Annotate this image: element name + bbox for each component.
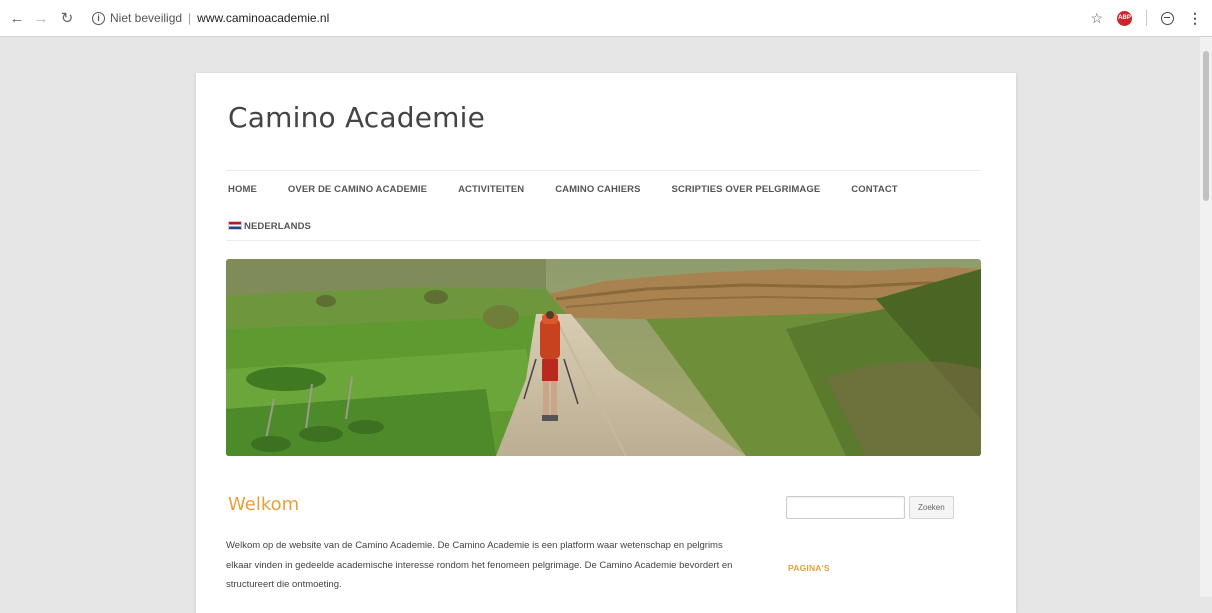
- address-separator: |: [188, 11, 192, 25]
- forward-arrow-icon[interactable]: →: [32, 8, 50, 28]
- site-title[interactable]: Camino Academie: [228, 101, 485, 134]
- nav-item-cahiers[interactable]: CAMINO CAHIERS: [555, 184, 640, 195]
- security-label: Niet beveiligd: [110, 11, 183, 25]
- entry-title[interactable]: Welkom: [228, 494, 299, 515]
- browser-actions: ☆ ABP ⋮: [1090, 8, 1202, 28]
- search-form: Zoeken: [786, 496, 954, 519]
- search-input[interactable]: [786, 496, 905, 519]
- bookmark-star-icon[interactable]: ☆: [1090, 10, 1103, 27]
- profile-icon[interactable]: [1161, 11, 1174, 25]
- info-icon[interactable]: i: [92, 11, 105, 25]
- address-bar[interactable]: i Niet beveiligd | www.caminoacademie.nl: [86, 6, 1106, 30]
- menu-divider-top: [226, 170, 981, 171]
- dutch-flag-icon: [228, 221, 242, 231]
- nav-item-contact[interactable]: CONTACT: [851, 184, 897, 195]
- url-text[interactable]: www.caminoacademie.nl: [197, 11, 329, 25]
- toolbar-divider: [1146, 10, 1147, 26]
- nav-item-activiteiten[interactable]: ACTIVITEITEN: [458, 184, 524, 195]
- reload-icon[interactable]: ↻: [58, 8, 76, 28]
- adblock-plus-icon[interactable]: ABP: [1117, 10, 1132, 26]
- back-arrow-icon[interactable]: ←: [8, 8, 26, 28]
- language-label: NEDERLANDS: [244, 220, 311, 232]
- search-button[interactable]: Zoeken: [909, 496, 954, 519]
- header-image: [226, 259, 981, 456]
- nav-item-language[interactable]: NEDERLANDS: [228, 221, 311, 232]
- pages-widget-title: PAGINA'S: [788, 563, 830, 573]
- menu-kebab-icon[interactable]: ⋮: [1188, 10, 1202, 27]
- site-page: Camino Academie HOME OVER DE CAMINO ACAD…: [196, 73, 1016, 613]
- scroll-thumb[interactable]: [1203, 51, 1209, 201]
- nav-item-home[interactable]: HOME: [228, 184, 257, 195]
- nav-item-scripties[interactable]: SCRIPTIES OVER PELGRIMAGE: [672, 184, 821, 195]
- browser-toolbar: ← → ↻ i Niet beveiligd | www.caminoacade…: [0, 0, 1212, 37]
- entry-body: Welkom op de website van de Camino Acade…: [226, 540, 733, 590]
- main-navigation: HOME OVER DE CAMINO ACADEMIE ACTIVITEITE…: [228, 180, 988, 235]
- menu-divider-bottom: [226, 240, 981, 241]
- page-scrollbar[interactable]: [1200, 37, 1212, 597]
- nav-item-over[interactable]: OVER DE CAMINO ACADEMIE: [288, 184, 427, 195]
